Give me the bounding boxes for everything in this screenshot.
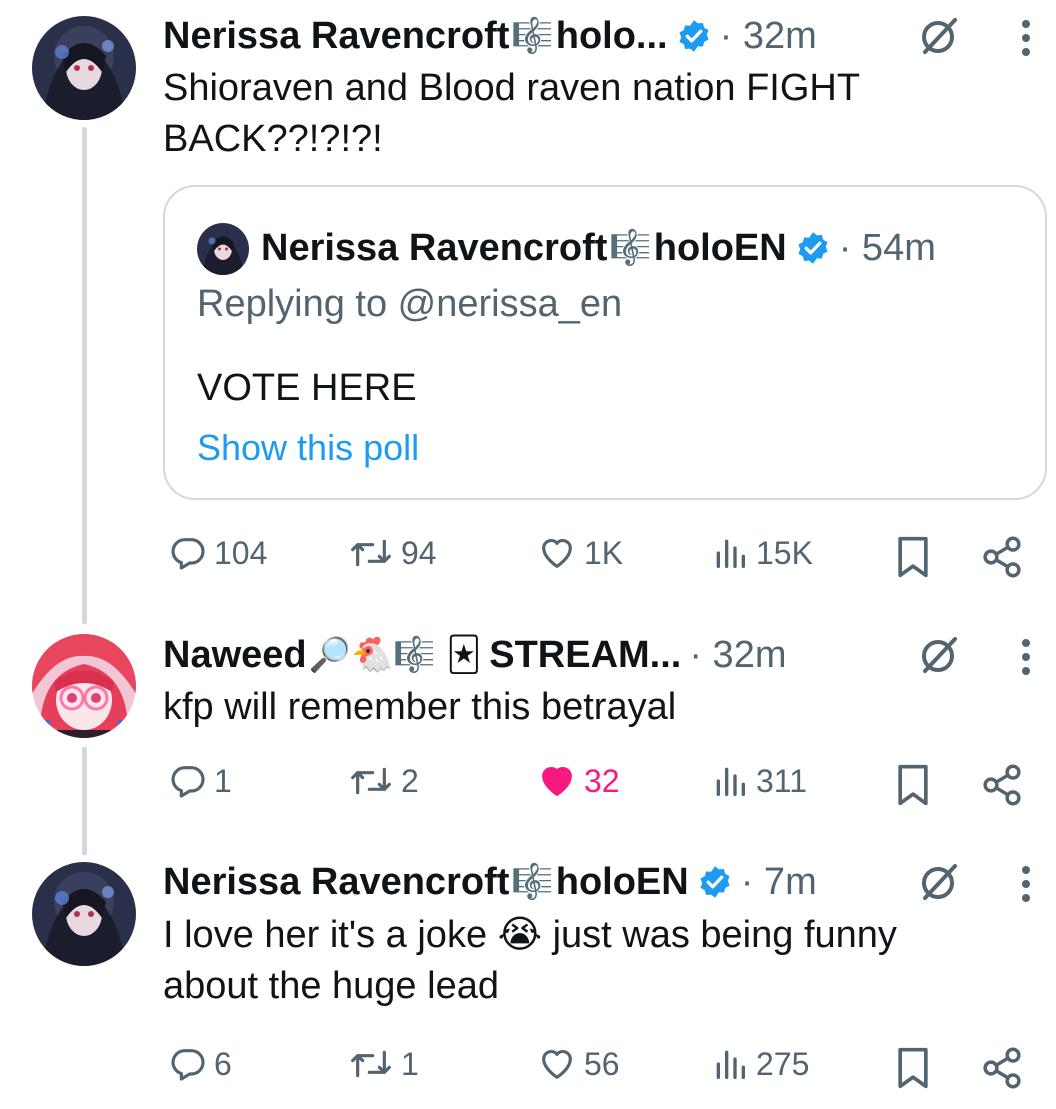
quoted-post[interactable]: Nerissa Ravencroft 🎼 holoEN · 54m Replyi… bbox=[163, 185, 1047, 500]
quote-time: · 54m bbox=[838, 226, 936, 269]
views-button[interactable]: 311 bbox=[710, 761, 807, 801]
bookmark-icon[interactable] bbox=[894, 763, 932, 807]
author-name[interactable]: Nerissa Ravencroft bbox=[163, 861, 509, 904]
quote-author-name: Nerissa Ravencroft bbox=[261, 226, 608, 269]
post-time[interactable]: · 32m bbox=[720, 15, 817, 58]
repost-icon bbox=[351, 767, 391, 795]
post[interactable]: Nerissa Ravencroft 🎼 holoEN · 7m I love … bbox=[0, 848, 1056, 1109]
reply-button[interactable]: 6 bbox=[168, 1044, 232, 1084]
views-count: 15K bbox=[756, 534, 813, 571]
author-name-tail[interactable]: holo... bbox=[556, 15, 668, 58]
quote-author-name-tail: holoEN bbox=[653, 226, 787, 269]
share-icon[interactable] bbox=[980, 1046, 1024, 1090]
views-button[interactable]: 15K bbox=[710, 533, 813, 573]
verified-badge-icon bbox=[679, 20, 709, 52]
views-count: 311 bbox=[756, 762, 808, 799]
author-emoji: 🔎🐔🎼 🃏 bbox=[308, 635, 482, 675]
repost-icon bbox=[351, 1050, 391, 1078]
avatar[interactable] bbox=[32, 862, 136, 966]
like-icon bbox=[542, 538, 572, 568]
post-text: kfp will remember this betrayal bbox=[163, 686, 677, 728]
verified-badge-icon bbox=[798, 232, 828, 264]
share-icon[interactable] bbox=[980, 535, 1024, 579]
repost-icon bbox=[351, 539, 391, 567]
post-header: Nerissa Ravencroft 🎼 holo... · 32m bbox=[163, 14, 817, 58]
quote-text: VOTE HERE bbox=[197, 367, 417, 409]
bookmark-icon[interactable] bbox=[894, 1046, 932, 1090]
quote-replying-to: Replying to @nerissa_en bbox=[197, 283, 623, 325]
grok-icon[interactable] bbox=[917, 860, 961, 904]
repost-button[interactable]: 94 bbox=[347, 533, 437, 573]
views-icon bbox=[716, 1050, 745, 1079]
reply-button[interactable]: 104 bbox=[168, 533, 267, 573]
avatar[interactable] bbox=[32, 16, 136, 120]
reply-icon bbox=[171, 766, 205, 798]
like-count: 1K bbox=[584, 534, 624, 571]
post-text: I love her it's a joke 😭 just was being … bbox=[163, 914, 897, 1007]
quote-author-emoji: 🎼 bbox=[609, 228, 652, 268]
author-name-tail[interactable]: STREAM... bbox=[489, 634, 681, 677]
like-button[interactable]: 1K bbox=[536, 533, 623, 573]
author-emoji: 🎼 bbox=[511, 16, 554, 56]
post-time[interactable]: · 32m bbox=[689, 634, 786, 677]
more-icon[interactable] bbox=[1021, 864, 1031, 904]
author-name[interactable]: Nerissa Ravencroft bbox=[163, 15, 509, 58]
author-emoji: 🎼 bbox=[511, 862, 554, 902]
like-button[interactable]: 56 bbox=[536, 1044, 620, 1084]
quote-header: Nerissa Ravencroft 🎼 holoEN · 54m bbox=[261, 225, 936, 271]
grok-icon[interactable] bbox=[917, 633, 961, 677]
author-name[interactable]: Naweed bbox=[163, 634, 307, 677]
like-count: 56 bbox=[584, 1045, 620, 1082]
more-icon[interactable] bbox=[1021, 18, 1031, 58]
post-text: Shioraven and Blood raven nation FIGHT B… bbox=[163, 67, 861, 160]
like-button[interactable]: 32 bbox=[536, 761, 620, 801]
views-icon bbox=[716, 539, 745, 568]
reply-count: 1 bbox=[214, 762, 232, 799]
more-icon[interactable] bbox=[1021, 637, 1031, 677]
repost-count: 1 bbox=[401, 1045, 419, 1082]
post-header: Nerissa Ravencroft 🎼 holoEN · 7m bbox=[163, 860, 817, 904]
like-icon bbox=[542, 1049, 572, 1079]
views-button[interactable]: 275 bbox=[710, 1044, 809, 1084]
like-icon bbox=[542, 766, 572, 796]
action-bar: 6 1 56 275 bbox=[0, 1044, 1056, 1094]
views-icon bbox=[716, 767, 745, 796]
reply-icon bbox=[171, 538, 205, 570]
repost-button[interactable]: 1 bbox=[347, 1044, 419, 1084]
bookmark-icon[interactable] bbox=[894, 535, 932, 579]
author-name-tail[interactable]: holoEN bbox=[556, 861, 689, 904]
post[interactable]: Naweed 🔎🐔🎼 🃏 STREAM... · 32m kfp will re… bbox=[0, 620, 1056, 840]
show-poll-link[interactable]: Show this poll bbox=[197, 427, 419, 469]
verified-badge-icon bbox=[700, 866, 730, 898]
post-time[interactable]: · 7m bbox=[741, 861, 817, 904]
post[interactable]: Nerissa Ravencroft 🎼 holo... · 32m Shior… bbox=[0, 0, 1056, 600]
post-header: Naweed 🔎🐔🎼 🃏 STREAM... · 32m bbox=[163, 633, 786, 677]
share-icon[interactable] bbox=[980, 763, 1024, 807]
avatar[interactable] bbox=[32, 634, 136, 738]
action-bar: 104 94 1K 15K bbox=[0, 533, 1056, 583]
quote-avatar bbox=[197, 223, 249, 275]
repost-button[interactable]: 2 bbox=[347, 761, 419, 801]
reply-button[interactable]: 1 bbox=[168, 761, 232, 801]
action-bar: 1 2 32 311 bbox=[0, 761, 1056, 811]
repost-count: 2 bbox=[401, 762, 419, 799]
grok-icon[interactable] bbox=[917, 14, 961, 58]
like-count: 32 bbox=[584, 762, 620, 799]
repost-count: 94 bbox=[401, 534, 437, 571]
reply-count: 104 bbox=[214, 534, 268, 571]
views-count: 275 bbox=[756, 1045, 810, 1082]
reply-count: 6 bbox=[214, 1045, 232, 1082]
reply-icon bbox=[171, 1049, 205, 1081]
